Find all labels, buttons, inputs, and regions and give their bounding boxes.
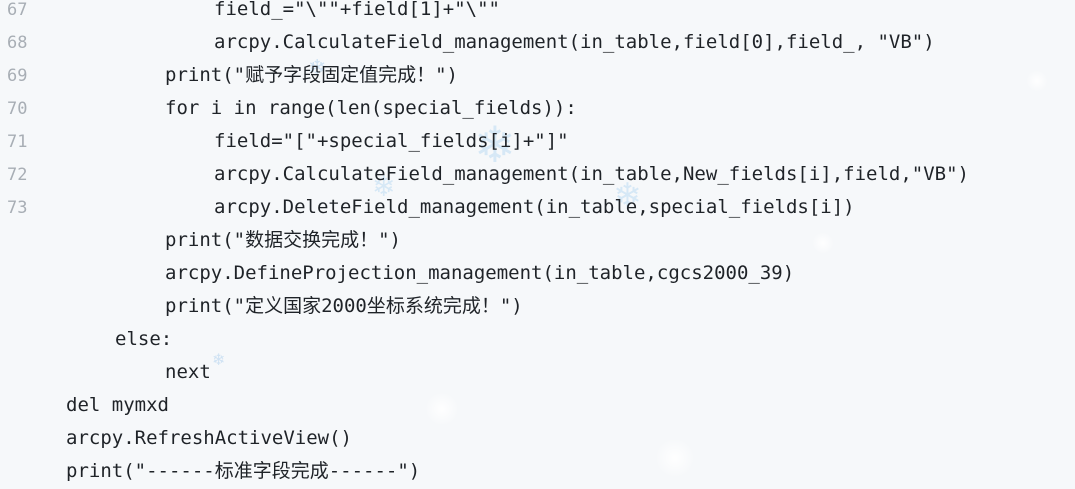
code-line: field="["+special_fields[i]+"]" xyxy=(214,130,569,152)
code-line: for i in range(len(special_fields)): xyxy=(165,97,577,119)
snow-glow xyxy=(655,438,695,478)
code-line: arcpy.DeleteField_management(in_table,sp… xyxy=(214,196,855,218)
snow-glow xyxy=(425,392,459,426)
line-number: 71 xyxy=(7,132,28,152)
line-number: 70 xyxy=(7,99,28,119)
line-number-gutter: 67 68 69 70 71 72 73 xyxy=(0,0,46,489)
code-line: print("------标准字段完成------") xyxy=(66,460,421,482)
snow-glow xyxy=(1026,70,1048,92)
code-line: del mymxd xyxy=(66,394,169,416)
line-number: 73 xyxy=(7,198,28,218)
code-line: arcpy.CalculateField_management(in_table… xyxy=(214,163,969,185)
line-number: 68 xyxy=(7,33,28,53)
code-line: print("定义国家2000坐标系统完成！") xyxy=(165,295,523,317)
code-line: field_="\""+field[1]+"\"" xyxy=(214,0,500,20)
code-block: ❄ ❄ ❄ ❄ ❄ 67 68 69 70 71 72 73 field_="\… xyxy=(0,0,1075,489)
code-line: else: xyxy=(115,328,173,350)
code-line: next xyxy=(165,361,211,383)
snowflake-icon: ❄ xyxy=(212,350,226,369)
code-line: arcpy.DefineProjection_management(in_tab… xyxy=(165,262,795,284)
code-line: arcpy.RefreshActiveView() xyxy=(66,427,352,449)
code-line: arcpy.CalculateField_management(in_table… xyxy=(214,31,935,53)
code-line: print("数据交换完成！") xyxy=(165,229,401,251)
line-number: 69 xyxy=(7,66,28,86)
code-line: print("赋予字段固定值完成！") xyxy=(165,64,458,86)
line-number: 72 xyxy=(7,165,28,185)
snow-glow xyxy=(812,232,834,254)
line-number: 67 xyxy=(7,0,28,20)
